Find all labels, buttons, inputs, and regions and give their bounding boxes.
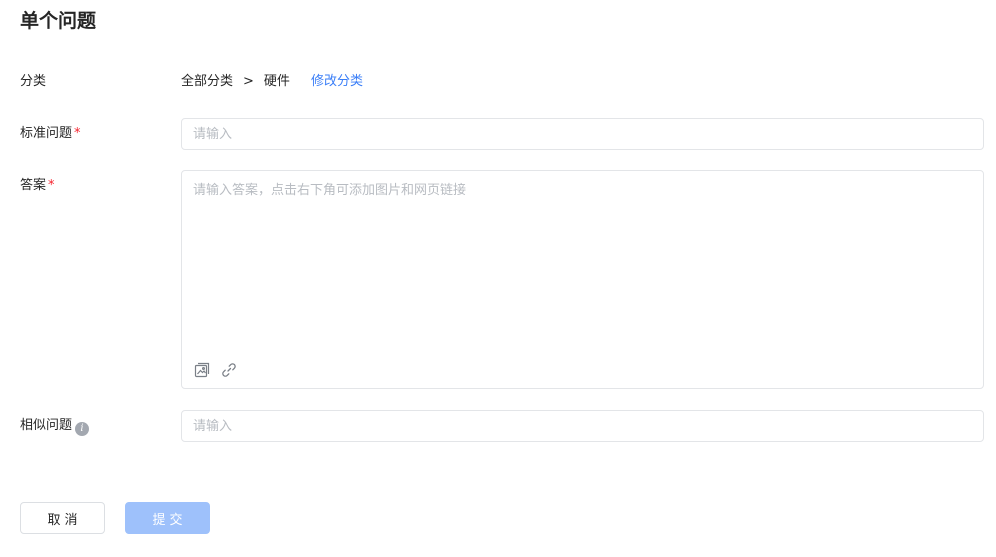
answer-textarea[interactable] xyxy=(182,171,983,351)
edit-category-link[interactable]: 修改分类 xyxy=(311,73,363,91)
standard-question-label: 标准问题 xyxy=(20,126,73,141)
similar-question-input[interactable] xyxy=(181,410,984,442)
single-question-form: 单个问题 分类 全部分类 > 硬件 修改分类 标准问题* 答案* xyxy=(0,0,996,557)
category-path-leaf: 硬件 xyxy=(263,74,290,89)
category-path-root: 全部分类 xyxy=(181,74,234,89)
standard-question-label-row: 标准问题 * xyxy=(20,125,81,143)
link-icon[interactable] xyxy=(220,361,237,378)
answer-label-row: 答案 * xyxy=(20,177,55,195)
image-icon[interactable] xyxy=(193,361,210,378)
category-breadcrumb: 全部分类 > 硬件 修改分类 xyxy=(181,73,363,91)
category-label: 分类 xyxy=(20,74,47,89)
submit-button[interactable]: 提交 xyxy=(125,502,210,534)
similar-question-label-row: 相似问题 i xyxy=(20,417,90,436)
similar-question-label: 相似问题 xyxy=(20,418,73,433)
answer-editor xyxy=(181,170,984,389)
answer-toolbar xyxy=(193,361,237,378)
standard-question-input[interactable] xyxy=(181,118,984,150)
required-mark: * xyxy=(74,126,81,141)
page-title: 单个问题 xyxy=(20,10,97,32)
category-path-separator: > xyxy=(243,74,254,89)
cancel-button[interactable]: 取消 xyxy=(20,502,105,534)
answer-label: 答案 xyxy=(20,178,47,193)
required-mark: * xyxy=(48,178,55,193)
info-icon[interactable]: i xyxy=(75,422,90,436)
